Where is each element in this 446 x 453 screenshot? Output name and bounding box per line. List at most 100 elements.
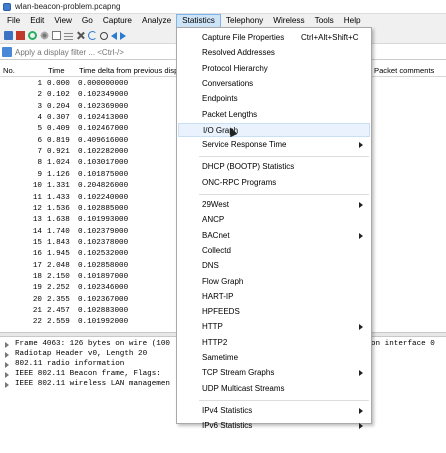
menu-item-bacnet[interactable]: BACnet bbox=[178, 229, 370, 243]
menu-edit[interactable]: Edit bbox=[25, 14, 49, 28]
menu-item-ipv6-statistics[interactable]: IPv6 Statistics bbox=[178, 419, 370, 433]
reload-icon[interactable] bbox=[88, 31, 97, 40]
capture-options-icon[interactable] bbox=[40, 31, 49, 40]
packet-delta: 0.103017000 bbox=[78, 159, 129, 168]
column-no[interactable]: No. bbox=[3, 66, 15, 75]
packet-no: 10 bbox=[32, 182, 42, 191]
menu-telephony[interactable]: Telephony bbox=[221, 14, 268, 28]
stop-capture-icon[interactable] bbox=[16, 31, 25, 40]
menu-view[interactable]: View bbox=[49, 14, 77, 28]
menu-item-dns[interactable]: DNS bbox=[178, 259, 370, 273]
menu-item-label: Packet Lengths bbox=[202, 109, 258, 119]
detail-text: Frame 4063: 126 bytes on wire (100 bbox=[15, 340, 170, 348]
menu-item-onc-rpc-programs[interactable]: ONC-RPC Programs bbox=[178, 176, 370, 190]
menu-tools[interactable]: Tools bbox=[310, 14, 339, 28]
packet-no: 18 bbox=[32, 272, 42, 281]
packet-delta: 0.102413000 bbox=[78, 114, 129, 123]
save-file-icon[interactable] bbox=[64, 31, 73, 40]
menu-separator bbox=[199, 156, 369, 158]
menu-item-29west[interactable]: 29West bbox=[178, 198, 370, 212]
expand-arrow-icon[interactable] bbox=[5, 372, 9, 378]
menu-item-collectd[interactable]: Collectd bbox=[178, 244, 370, 258]
packet-no: 22 bbox=[32, 318, 42, 327]
start-capture-icon[interactable] bbox=[4, 31, 13, 40]
menu-item-dhcp-bootp-statistics[interactable]: DHCP (BOOTP) Statistics bbox=[178, 160, 370, 174]
menu-item-conversations[interactable]: Conversations bbox=[178, 77, 370, 91]
menu-item-resolved-addresses[interactable]: Resolved Addresses bbox=[178, 46, 370, 60]
bookmark-filter-icon[interactable] bbox=[2, 47, 12, 57]
statistics-menu: Capture File Properties Ctrl+Alt+Shift+C R… bbox=[176, 27, 372, 430]
window-title: wlan-beacon-problem.pcapng bbox=[15, 2, 121, 11]
packet-no: 16 bbox=[32, 250, 42, 259]
menu-item-label: Flow Graph bbox=[202, 276, 244, 286]
menu-item-http2[interactable]: HTTP2 bbox=[178, 336, 370, 350]
menu-item-ancp[interactable]: ANCP bbox=[178, 213, 370, 227]
menu-wireless[interactable]: Wireless bbox=[268, 14, 309, 28]
display-filter-input[interactable] bbox=[15, 47, 185, 57]
packet-no: 6 bbox=[37, 136, 42, 145]
packet-time: 0.819 bbox=[47, 136, 70, 145]
menu-item-hart-ip[interactable]: HART-IP bbox=[178, 290, 370, 304]
menu-item-service-response-time[interactable]: Service Response Time bbox=[178, 138, 370, 152]
menu-item-label: HPFEEDS bbox=[202, 307, 240, 317]
menu-item-sametime[interactable]: Sametime bbox=[178, 351, 370, 365]
open-file-icon[interactable] bbox=[52, 31, 61, 40]
menu-item-flow-graph[interactable]: Flow Graph bbox=[178, 275, 370, 289]
packet-no: 15 bbox=[32, 238, 42, 247]
packet-time: 1.740 bbox=[47, 227, 70, 236]
expand-arrow-icon[interactable] bbox=[5, 362, 9, 368]
menu-item-http[interactable]: HTTP bbox=[178, 320, 370, 334]
menu-file[interactable]: File bbox=[2, 14, 25, 28]
packet-time: 0.307 bbox=[47, 114, 70, 123]
column-time[interactable]: Time bbox=[48, 66, 65, 75]
submenu-arrow-icon bbox=[359, 423, 363, 430]
menu-item-label: Protocol Hierarchy bbox=[202, 63, 268, 73]
packet-no: 8 bbox=[37, 159, 42, 168]
packet-delta: 0.102240000 bbox=[78, 193, 129, 202]
expand-arrow-icon[interactable] bbox=[5, 342, 9, 348]
expand-arrow-icon[interactable] bbox=[5, 352, 9, 358]
column-delta[interactable]: Time delta from previous disp bbox=[79, 66, 178, 75]
menu-item-label: HTTP bbox=[202, 322, 223, 332]
menu-item-udp-multicast-streams[interactable]: UDP Multicast Streams bbox=[178, 382, 370, 396]
menu-help[interactable]: Help bbox=[339, 14, 366, 28]
packet-delta: 0.102349000 bbox=[78, 91, 129, 100]
menu-analyze[interactable]: Analyze bbox=[137, 14, 176, 28]
close-file-icon[interactable] bbox=[76, 31, 85, 40]
menu-item-hpfeeds[interactable]: HPFEEDS bbox=[178, 305, 370, 319]
expand-arrow-icon[interactable] bbox=[5, 382, 9, 388]
packet-time: 1.433 bbox=[47, 193, 70, 202]
column-packet-comments[interactable]: Packet comments bbox=[374, 66, 434, 75]
go-forward-icon[interactable] bbox=[120, 31, 126, 40]
detail-text: IEEE 802.11 wireless LAN managemen bbox=[15, 380, 170, 388]
menu-item-endpoints[interactable]: Endpoints bbox=[178, 92, 370, 106]
menu-item-shortcut: Ctrl+Alt+Shift+C bbox=[301, 33, 359, 42]
menu-go[interactable]: Go bbox=[77, 14, 98, 28]
go-back-icon[interactable] bbox=[111, 31, 117, 40]
detail-text: Radiotap Header v0, Length 20 bbox=[15, 350, 148, 358]
menu-statistics[interactable]: Statistics bbox=[176, 14, 221, 28]
packet-time: 2.355 bbox=[47, 295, 70, 304]
menu-item-i-o-graph[interactable]: I/O Graph bbox=[178, 122, 370, 137]
menu-item-ipv4-statistics[interactable]: IPv4 Statistics bbox=[178, 404, 370, 418]
packet-no: 17 bbox=[32, 261, 42, 270]
menu-separator bbox=[199, 399, 369, 401]
restart-capture-icon[interactable] bbox=[28, 31, 37, 40]
menu-item-capture-file-properties[interactable]: Capture File Properties Ctrl+Alt+Shift+C bbox=[178, 31, 370, 45]
menu-item-protocol-hierarchy[interactable]: Protocol Hierarchy bbox=[178, 62, 370, 76]
menu-item-tcp-stream-graphs[interactable]: TCP Stream Graphs bbox=[178, 366, 370, 380]
packet-delta: 0.102532000 bbox=[78, 250, 129, 259]
menu-capture[interactable]: Capture bbox=[98, 14, 137, 28]
menu-item-label: DNS bbox=[202, 261, 219, 271]
packet-time: 1.843 bbox=[47, 238, 70, 247]
packet-no: 3 bbox=[37, 102, 42, 111]
packet-delta: 0.204826000 bbox=[78, 182, 129, 191]
find-packet-icon[interactable] bbox=[100, 31, 108, 40]
menu-item-packet-lengths[interactable]: Packet Lengths bbox=[178, 108, 370, 122]
menu-item-label: DHCP (BOOTP) Statistics bbox=[202, 162, 295, 172]
packet-time: 1.945 bbox=[47, 250, 70, 259]
packet-time: 2.048 bbox=[47, 261, 70, 270]
packet-delta: 0.102858000 bbox=[78, 261, 129, 270]
packet-no: 7 bbox=[37, 148, 42, 157]
packet-delta: 0.102367000 bbox=[78, 295, 129, 304]
